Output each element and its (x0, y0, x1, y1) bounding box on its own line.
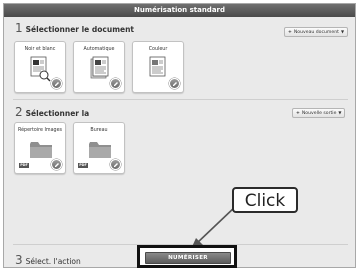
scan-button[interactable]: NUMÉRISER (145, 252, 231, 264)
click-callout: Click (232, 187, 298, 213)
scan-button-highlight: NUMÉRISER (137, 245, 237, 268)
arrow-icon (191, 205, 237, 249)
